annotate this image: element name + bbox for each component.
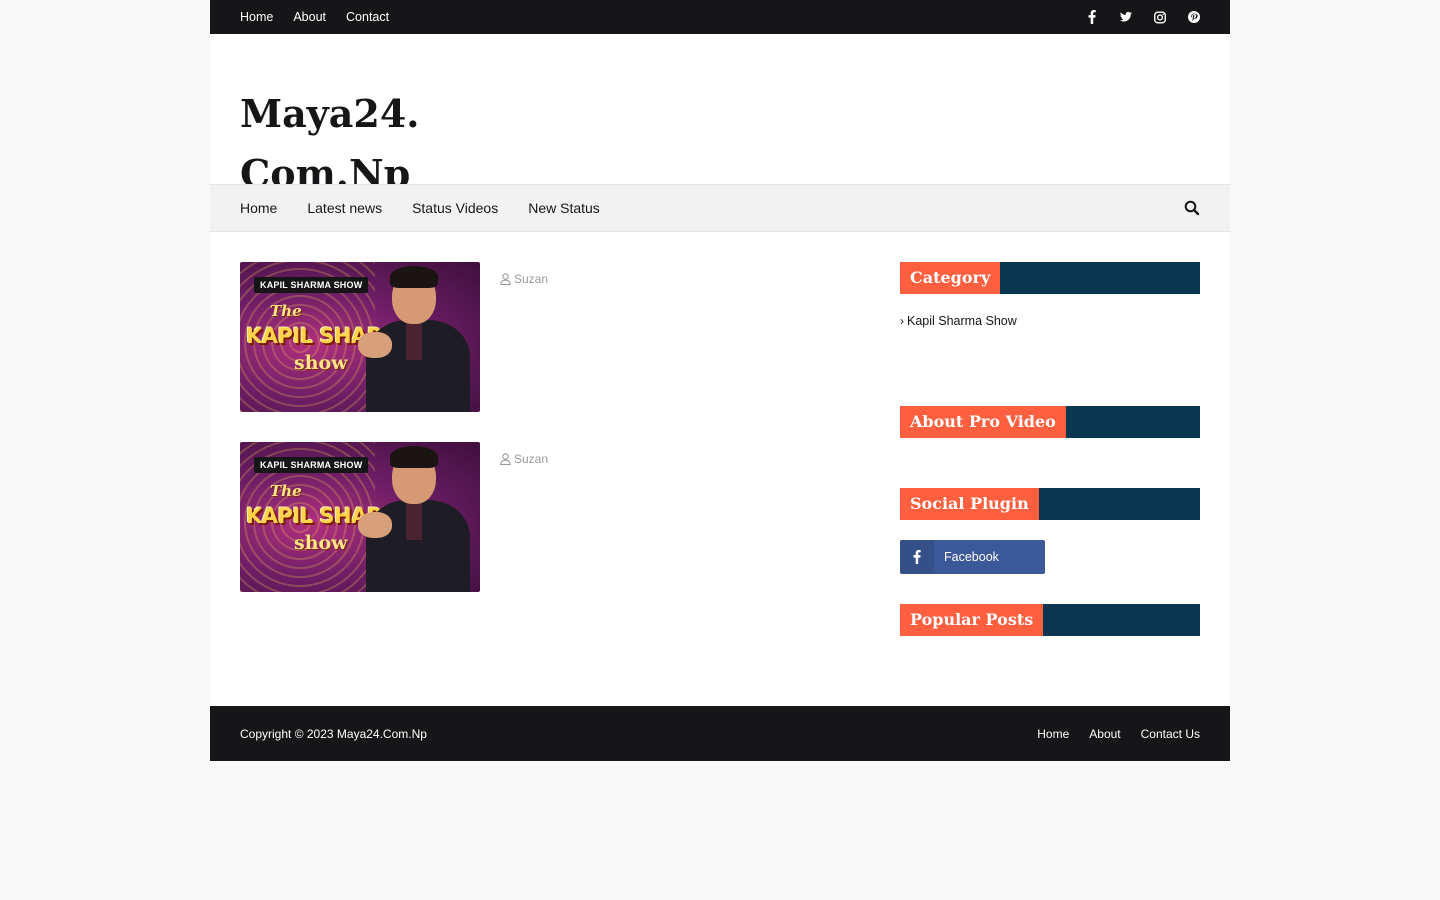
widget-title-label: About Pro Video xyxy=(900,406,1066,438)
twitter-icon[interactable] xyxy=(1120,10,1132,24)
category-badge[interactable]: Kapil Sharma Show xyxy=(254,457,369,473)
category-label[interactable]: Kapil Sharma Show xyxy=(907,314,1017,328)
thumbnail-text-show: show xyxy=(294,532,348,554)
search-icon[interactable] xyxy=(1184,200,1200,216)
footer-link-about[interactable]: About xyxy=(1089,727,1120,741)
post-item: The KAPIL SHARMA show Kapil Sharma Show … xyxy=(240,262,870,412)
post-thumbnail[interactable]: The KAPIL SHARMA show Kapil Sharma Show xyxy=(240,262,480,412)
user-icon xyxy=(500,273,511,285)
thumbnail-text-the: The xyxy=(270,482,302,500)
social-links xyxy=(1086,10,1200,24)
main-nav: Home Latest news Status Videos New Statu… xyxy=(210,184,1230,232)
nav-item-new-status[interactable]: New Status xyxy=(528,200,600,216)
post-author[interactable]: Suzan xyxy=(514,452,548,466)
footer-links: Home About Contact Us xyxy=(1037,727,1200,741)
user-icon xyxy=(500,453,511,465)
post-author[interactable]: Suzan xyxy=(514,272,548,286)
sidebar: Category › Kapil Sharma Show About Pro V… xyxy=(900,262,1200,656)
thumbnail-person xyxy=(358,262,470,412)
post-thumbnail[interactable]: The KAPIL SHARMA show Kapil Sharma Show xyxy=(240,442,480,592)
footer-link-contact-us[interactable]: Contact Us xyxy=(1141,727,1200,741)
widget-title-social: Social Plugin xyxy=(900,488,1200,520)
widget-title-label: Popular Posts xyxy=(900,604,1044,636)
pinterest-icon[interactable] xyxy=(1188,10,1200,24)
thumbnail-text-the: The xyxy=(270,302,302,320)
widget-title-label: Category xyxy=(900,262,1001,294)
chevron-right-icon: › xyxy=(900,314,904,328)
top-link-contact[interactable]: Contact xyxy=(346,10,389,24)
site-logo[interactable]: Maya24.Com.Np xyxy=(240,84,440,184)
widget-title-label: Social Plugin xyxy=(900,488,1039,520)
footer-link-home[interactable]: Home xyxy=(1037,727,1069,741)
top-bar: Home About Contact xyxy=(210,0,1230,34)
category-link[interactable]: › Kapil Sharma Show xyxy=(900,314,1200,328)
widget-title-category: Category xyxy=(900,262,1200,294)
post-item: The KAPIL SHARMA show Kapil Sharma Show … xyxy=(240,442,870,592)
post-meta: Suzan xyxy=(500,272,548,412)
content-area: The KAPIL SHARMA show Kapil Sharma Show … xyxy=(210,232,1230,706)
post-meta: Suzan xyxy=(500,452,548,592)
facebook-icon[interactable] xyxy=(1086,10,1098,24)
site-header: Maya24.Com.Np xyxy=(210,34,1230,184)
top-link-about[interactable]: About xyxy=(293,10,326,24)
thumbnail-person xyxy=(358,442,470,592)
copyright-text: Copyright © 2023 Maya24.Com.Np xyxy=(240,726,427,741)
page-wrapper: Home About Contact Maya24.Com.Np Home La… xyxy=(210,0,1230,761)
widget-title-popular: Popular Posts xyxy=(900,604,1200,636)
facebook-label: Facebook xyxy=(944,550,999,564)
top-link-home[interactable]: Home xyxy=(240,10,273,24)
category-badge[interactable]: Kapil Sharma Show xyxy=(254,277,369,293)
nav-item-status-videos[interactable]: Status Videos xyxy=(412,200,498,216)
nav-item-home[interactable]: Home xyxy=(240,200,277,216)
thumbnail-text-show: show xyxy=(294,352,348,374)
facebook-icon xyxy=(900,540,934,574)
instagram-icon[interactable] xyxy=(1154,10,1166,24)
facebook-button[interactable]: Facebook xyxy=(900,540,1045,574)
site-footer: Copyright © 2023 Maya24.Com.Np Home Abou… xyxy=(210,706,1230,761)
top-links: Home About Contact xyxy=(240,10,389,24)
post-list: The KAPIL SHARMA show Kapil Sharma Show … xyxy=(240,262,870,656)
nav-item-latest-news[interactable]: Latest news xyxy=(307,200,382,216)
widget-title-about: About Pro Video xyxy=(900,406,1200,438)
